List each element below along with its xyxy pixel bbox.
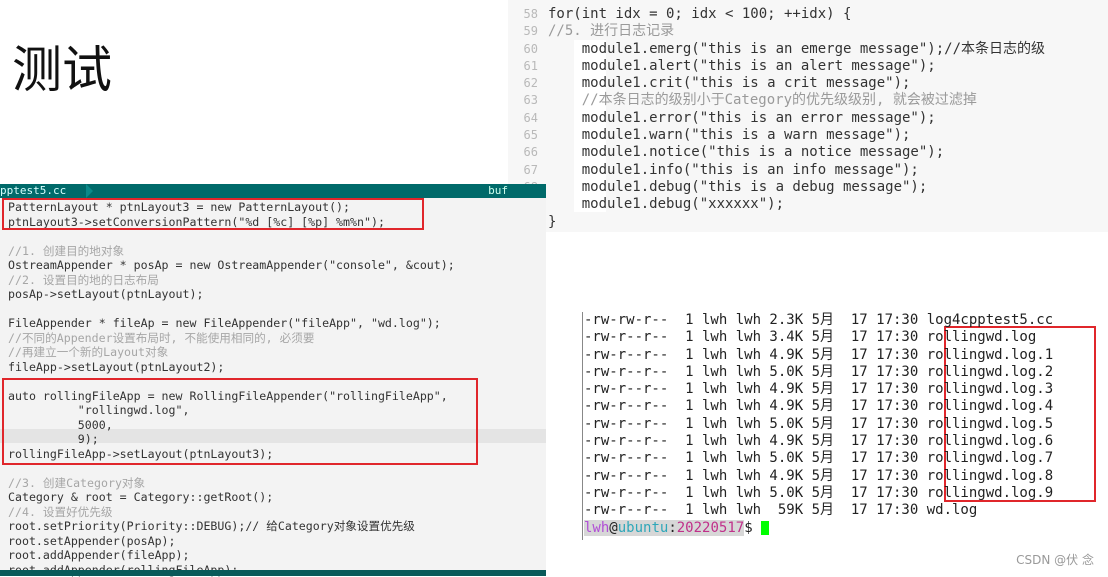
terminal-line: -rw-r--r-- 1 lwh lwh 4.9K 5月 17 17:30 ro…: [584, 347, 1104, 364]
code-line[interactable]: module1.error("this is an error message"…: [548, 110, 1045, 127]
vim-code-line[interactable]: [8, 302, 455, 317]
vim-code-line[interactable]: OstreamAppender * posAp = new OstreamApp…: [8, 258, 455, 273]
highlight-box-rolling-appender: [2, 378, 478, 465]
line-number: 66: [508, 144, 544, 161]
line-number: 59: [508, 23, 544, 40]
code-line[interactable]: //5. 进行日志记录: [548, 23, 1045, 40]
vim-code-line[interactable]: //再建立一个新的Layout对象: [8, 345, 455, 360]
code-line[interactable]: }: [548, 214, 1045, 231]
vim-code-line[interactable]: root.setPriority(Priority::DEBUG);// 给Ca…: [8, 519, 455, 534]
page-title: 测试: [12, 30, 112, 102]
code-line[interactable]: module1.emerg("this is an emerge message…: [548, 41, 1045, 58]
terminal-line: -rw-r--r-- 1 lwh lwh 5.0K 5月 17 17:30 ro…: [584, 416, 1104, 433]
prompt-directory: 20220517: [677, 520, 744, 536]
vim-code-line[interactable]: root.setAppender(posAp);: [8, 534, 455, 549]
vim-code-line[interactable]: //不同的Appender设置布局时, 不能使用相同的, 必须要: [8, 331, 455, 346]
terminal-line: -rw-r--r-- 1 lwh lwh 5.0K 5月 17 17:30 ro…: [584, 485, 1104, 502]
line-number: 58: [508, 6, 544, 23]
terminal-line: -rw-r--r-- 1 lwh lwh 4.9K 5月 17 17:30 ro…: [584, 433, 1104, 450]
vim-code-line[interactable]: [8, 229, 455, 244]
terminal-line: -rw-r--r-- 1 lwh lwh 59K 5月 17 17:30 wd.…: [584, 502, 1104, 519]
line-number: 61: [508, 58, 544, 75]
line-number: 60: [508, 41, 544, 58]
watermark: CSDN @伏 念: [1016, 551, 1094, 568]
vim-code-line[interactable]: FileAppender * fileAp = new FileAppender…: [8, 316, 455, 331]
line-number: 62: [508, 75, 544, 92]
terminal-line: -rw-r--r-- 1 lwh lwh 5.0K 5月 17 17:30 ro…: [584, 450, 1104, 467]
code-editor[interactable]: 58596061626364656667686970 for(int idx =…: [508, 0, 1108, 232]
vim-tabline: pptest5.cc buf: [0, 184, 546, 198]
code-line[interactable]: module1.crit("this is a crit message");: [548, 75, 1045, 92]
line-number: 63: [508, 92, 544, 109]
prompt-user: lwh: [584, 520, 609, 536]
tab-arrow-icon: [86, 184, 93, 198]
vim-statusline: [0, 570, 546, 576]
code-area[interactable]: for(int idx = 0; idx < 100; ++idx) {//5.…: [548, 6, 1045, 231]
vim-code-line[interactable]: //4. 设置好优先级: [8, 505, 455, 520]
terminal-line: -rw-r--r-- 1 lwh lwh 4.9K 5月 17 17:30 ro…: [584, 381, 1104, 398]
vim-filename[interactable]: pptest5.cc: [0, 184, 66, 198]
vim-code-line[interactable]: //2. 设置目的地的日志布局: [8, 273, 455, 288]
vim-buffer-label: buf: [488, 184, 508, 198]
line-number: 64: [508, 110, 544, 127]
prompt-separator: :: [668, 520, 676, 536]
vim-code-line[interactable]: posAp->setLayout(ptnLayout);: [8, 287, 455, 302]
line-number: 67: [508, 162, 544, 179]
terminal-cursor: [761, 521, 769, 535]
terminal-line: -rw-r--r-- 1 lwh lwh 3.4K 5月 17 17:30 ro…: [584, 329, 1104, 346]
vim-code-line[interactable]: //1. 创建目的地对象: [8, 244, 455, 259]
highlight-box-pattern-layout: [2, 198, 424, 230]
code-line[interactable]: module1.info("this is an info message");: [548, 162, 1045, 179]
vim-code-line[interactable]: Category & root = Category::getRoot();: [8, 490, 455, 505]
terminal-border: [582, 312, 583, 540]
prompt-host: ubuntu: [618, 520, 669, 536]
terminal-line: -rw-r--r-- 1 lwh lwh 4.9K 5月 17 17:30 ro…: [584, 398, 1104, 415]
prompt-at: @: [609, 520, 617, 536]
vim-code-line[interactable]: root.addAppender(fileApp);: [8, 548, 455, 563]
terminal-line: -rw-r--r-- 1 lwh lwh 5.0K 5月 17 17:30 ro…: [584, 364, 1104, 381]
vim-code-line[interactable]: //3. 创建Category对象: [8, 476, 455, 491]
code-line[interactable]: //本条日志的级别小于Category的优先级级别, 就会被过滤掉: [548, 92, 1045, 109]
code-line[interactable]: module1.warn("this is a warn message");: [548, 127, 1045, 144]
code-line[interactable]: for(int idx = 0; idx < 100; ++idx) {: [548, 6, 1045, 23]
code-line[interactable]: module1.notice("this is a notice message…: [548, 144, 1045, 161]
vim-code-line[interactable]: fileApp->setLayout(ptnLayout2);: [8, 360, 455, 375]
terminal-prompt[interactable]: lwh@ubuntu:20220517$: [584, 520, 1104, 537]
code-line[interactable]: module1.alert("this is an alert message"…: [548, 58, 1045, 75]
prompt-symbol: $: [744, 520, 761, 536]
line-number: 65: [508, 127, 544, 144]
terminal-line: -rw-rw-r-- 1 lwh lwh 2.3K 5月 17 17:30 lo…: [584, 312, 1104, 329]
code-line[interactable]: module1.debug("xxxxxx");: [548, 196, 1045, 213]
terminal-line: -rw-r--r-- 1 lwh lwh 4.9K 5月 17 17:30 ro…: [584, 468, 1104, 485]
code-line[interactable]: module1.debug("this is a debug message")…: [548, 179, 1045, 196]
terminal-output[interactable]: -rw-rw-r-- 1 lwh lwh 2.3K 5月 17 17:30 lo…: [584, 312, 1104, 537]
